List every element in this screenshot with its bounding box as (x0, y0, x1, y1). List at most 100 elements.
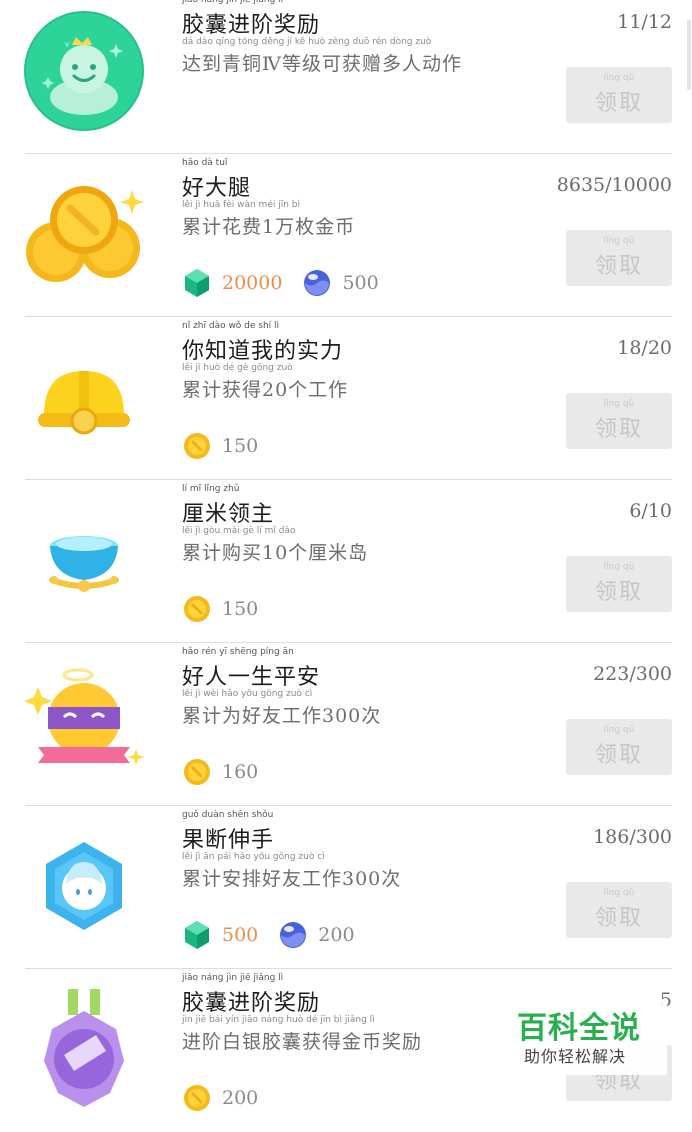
watermark-title: 百科全说 (517, 1011, 641, 1046)
achievement-title-text: 你知道我的实力 (182, 339, 344, 364)
achievement-title-text: 胶囊进阶奖励 (182, 13, 321, 38)
claim-button-label: 领取 (594, 580, 643, 605)
achievement-list: jiāo náng jìn jiē jiǎng lì 胶囊进阶奖励 dá dào q… (0, 0, 692, 1132)
achievement-title-text: 胶囊进阶奖励 (182, 991, 321, 1016)
blue-hexagon-icon (24, 826, 144, 946)
coin-icon (182, 431, 212, 461)
description-pinyin: dá dào qīng tóng děng jí kě huò zèng duō… (182, 37, 432, 47)
achievement-title: jiāo náng jìn jiē jiǎng lì 胶囊进阶奖励 (182, 973, 321, 1017)
description-pinyin: lěi jì wèi hǎo yǒu gōng zuò cì (182, 689, 313, 699)
claim-button-pinyin: lǐng qǔ (603, 399, 635, 409)
reward-list: 150 (182, 594, 278, 624)
blue-potion-icon (278, 920, 308, 950)
reward-item: 20000 (182, 268, 282, 298)
title-pinyin: jiāo náng jìn jiē jiǎng lì (182, 973, 284, 983)
watermark: 百科全说 助你轻松解决 (517, 1003, 667, 1075)
achievement-title-text: 好大腿 (182, 176, 252, 201)
claim-button-pinyin: lǐng qǔ (603, 73, 635, 83)
reward-amount: 200 (222, 1087, 259, 1109)
progress-count: 186/300 (593, 826, 672, 848)
achievement-item: hǎo dà tuǐ 好大腿 lěi jì huā fèi wàn méi jīn … (0, 154, 692, 317)
achievement-description-text: 累计购买10个厘米岛 (182, 542, 369, 564)
reward-item: 150 (182, 594, 258, 624)
achievement-description-text: 累计花费1万枚金币 (182, 216, 356, 238)
description-pinyin: lěi jì gòu mǎi gè lí mǐ dǎo (182, 526, 296, 536)
angel-capsule-icon (24, 663, 144, 783)
description-pinyin: lěi jì huò dé gè gōng zuò (182, 363, 293, 373)
achievement-description-text: 累计安排好友工作300次 (182, 868, 402, 890)
reward-amount: 150 (222, 598, 259, 620)
blue-potion-icon (302, 268, 332, 298)
title-pinyin: lí mǐ lǐng zhǔ (182, 484, 240, 494)
claim-button-pinyin: lǐng qǔ (603, 888, 635, 898)
claim-button-label: 领取 (594, 417, 643, 442)
achievement-title-text: 好人一生平安 (182, 665, 321, 690)
claim-button[interactable]: lǐng qǔ 领取 (566, 882, 672, 938)
title-pinyin: nǐ zhī dào wǒ de shí lì (182, 321, 280, 331)
claim-button-label: 领取 (594, 91, 643, 116)
achievement-description: lěi jì wèi hǎo yǒu gōng zuò cì 累计为好友工作300… (182, 689, 381, 728)
achievement-description: lěi jì huò dé gè gōng zuò 累计获得20个工作 (182, 363, 349, 402)
claim-button-label: 领取 (594, 906, 643, 931)
claim-button-pinyin: lǐng qǔ (603, 725, 635, 735)
achievement-title: lí mǐ lǐng zhǔ 厘米领主 (182, 484, 274, 528)
achievement-title-text: 果断伸手 (182, 828, 275, 853)
description-pinyin: jìn jiē bái yín jiāo náng huò dé jīn bì … (182, 1015, 375, 1025)
achievement-description-text: 达到青铜Ⅳ等级可获赠多人动作 (182, 53, 462, 75)
achievement-description-text: 累计获得20个工作 (182, 379, 349, 401)
coin-icon (182, 757, 212, 787)
progress-count: 11/12 (617, 11, 672, 33)
claim-button-pinyin: lǐng qǔ (603, 236, 635, 246)
achievement-item: nǐ zhī dào wǒ de shí lì 你知道我的实力 lěi jì huò… (0, 317, 692, 480)
claim-button[interactable]: lǐng qǔ 领取 (566, 393, 672, 449)
progress-count: 223/300 (593, 663, 672, 685)
purple-medal-icon (24, 989, 144, 1109)
title-pinyin: hǎo rén yī shēng píng ān (182, 647, 294, 657)
claim-button-pinyin: lǐng qǔ (603, 562, 635, 572)
claim-button[interactable]: lǐng qǔ 领取 (566, 719, 672, 775)
claim-button[interactable]: lǐng qǔ 领取 (566, 67, 672, 123)
reward-list: 150 (182, 431, 278, 461)
green-capsule-icon (24, 11, 144, 131)
achievement-item: hǎo rén yī shēng píng ān 好人一生平安 lěi jì wèi… (0, 643, 692, 806)
reward-item: 150 (182, 431, 258, 461)
green-gem-icon (182, 920, 212, 950)
claim-button-label: 领取 (594, 743, 643, 768)
green-gem-icon (182, 268, 212, 298)
reward-amount: 20000 (222, 272, 283, 294)
achievement-item: guǒ duàn shēn shǒu 果断伸手 lěi jì ān pái hǎo … (0, 806, 692, 969)
reward-list: 160 (182, 757, 278, 787)
achievement-item: jiāo náng jìn jiē jiǎng lì 胶囊进阶奖励 dá dào q… (0, 0, 692, 154)
hard-hat-icon (24, 337, 144, 457)
achievement-description: lěi jì ān pái hǎo yǒu gōng zuò cì 累计安排好友工… (182, 852, 402, 891)
reward-list: 500 200 (182, 920, 375, 950)
reward-amount: 200 (318, 924, 355, 946)
achievement-title: hǎo dà tuǐ 好大腿 (182, 158, 252, 202)
description-pinyin: lěi jì ān pái hǎo yǒu gōng zuò cì (182, 852, 325, 862)
achievement-title: guǒ duàn shēn shǒu 果断伸手 (182, 810, 275, 854)
achievement-title: nǐ zhī dào wǒ de shí lì 你知道我的实力 (182, 321, 344, 365)
reward-amount: 500 (342, 272, 379, 294)
claim-button[interactable]: lǐng qǔ 领取 (566, 556, 672, 612)
achievement-description: lěi jì gòu mǎi gè lí mǐ dǎo 累计购买10个厘米岛 (182, 526, 369, 565)
reward-amount: 150 (222, 435, 259, 457)
coin-icon (182, 594, 212, 624)
reward-item: 200 (278, 920, 355, 950)
claim-button[interactable]: lǐng qǔ 领取 (566, 230, 672, 286)
title-pinyin: jiāo náng jìn jiē jiǎng lì (182, 0, 284, 5)
reward-amount: 160 (222, 761, 259, 783)
achievement-title: jiāo náng jìn jiē jiǎng lì 胶囊进阶奖励 (182, 0, 321, 39)
gold-coins-icon (24, 174, 144, 294)
achievement-item: lí mǐ lǐng zhǔ 厘米领主 lěi jì gòu mǎi gè lí m… (0, 480, 692, 643)
reward-list: 20000 500 (182, 268, 399, 298)
reward-item: 500 (302, 268, 379, 298)
reward-amount: 500 (222, 924, 259, 946)
progress-count: 8635/10000 (556, 174, 672, 196)
title-pinyin: hǎo dà tuǐ (182, 158, 228, 168)
reward-item: 500 (182, 920, 258, 950)
blue-island-icon (24, 500, 144, 620)
achievement-description-text: 进阶白银胶囊获得金币奖励 (182, 1031, 423, 1053)
title-pinyin: guǒ duàn shēn shǒu (182, 810, 274, 820)
reward-list: 200 (182, 1083, 278, 1113)
reward-item: 160 (182, 757, 258, 787)
